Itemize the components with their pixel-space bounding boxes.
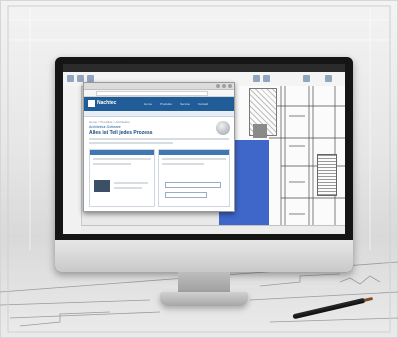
monitor-screen: Nachtec Home Produkte Service Kontakt Ho… — [63, 64, 345, 234]
page-content: Home > Produkte > Architektur Architektu… — [84, 117, 234, 144]
site-header: Nachtec Home Produkte Service Kontakt — [84, 97, 234, 111]
browser-window: Nachtec Home Produkte Service Kontakt Ho… — [83, 82, 235, 212]
cad-title-bar — [63, 64, 345, 72]
ribbon-tool-icon[interactable] — [263, 75, 270, 82]
panel-header — [90, 150, 154, 155]
site-nav-item[interactable]: Service — [180, 102, 190, 106]
panel-thumbnail[interactable] — [94, 180, 110, 192]
address-bar[interactable] — [96, 91, 208, 96]
cad-stair — [317, 154, 337, 196]
monitor-chin — [55, 240, 353, 272]
monitor-base — [160, 292, 248, 306]
ribbon-tool-icon[interactable] — [325, 75, 332, 82]
ribbon-tool-icon[interactable] — [77, 75, 84, 82]
close-icon[interactable] — [228, 84, 232, 88]
ribbon-tool-icon[interactable] — [253, 75, 260, 82]
monitor-stand — [178, 272, 230, 294]
ribbon-tool-icon[interactable] — [67, 75, 74, 82]
panel-input[interactable] — [165, 192, 207, 198]
ribbon-tool-icon[interactable] — [87, 75, 94, 82]
browser-title-bar — [84, 83, 234, 90]
minimize-icon[interactable] — [216, 84, 220, 88]
maximize-icon[interactable] — [222, 84, 226, 88]
panel-text-line — [162, 163, 204, 165]
cad-status-bar — [81, 225, 345, 234]
panel-text-line — [162, 158, 226, 160]
scene: Nachtec Home Produkte Service Kontakt Ho… — [0, 0, 398, 338]
breadcrumb[interactable]: Home > Produkte > Architektur — [89, 120, 229, 124]
panel-header — [159, 150, 229, 155]
panel-text-line — [93, 163, 132, 165]
browser-address-area — [84, 90, 234, 97]
product-image — [216, 121, 230, 135]
intro-text-line — [89, 138, 229, 140]
cad-column — [253, 124, 267, 138]
site-nav-item[interactable]: Home — [144, 102, 152, 106]
panel-text-line — [114, 187, 142, 189]
site-nav-item[interactable]: Kontakt — [198, 102, 208, 106]
panel-text-line — [114, 182, 148, 184]
content-panel-right — [158, 149, 230, 207]
ribbon-tool-icon[interactable] — [303, 75, 310, 82]
content-panel-left — [89, 149, 155, 207]
intro-text-line — [89, 142, 173, 144]
brand-logo-icon[interactable] — [88, 100, 95, 107]
site-nav-item[interactable]: Produkte — [160, 102, 172, 106]
panel-text-line — [93, 158, 151, 160]
cad-properties-panel — [63, 86, 82, 234]
page-title: Alles ist Teil jedes Prozess — [89, 130, 153, 136]
panel-input[interactable] — [165, 182, 221, 188]
site-brand[interactable]: Nachtec — [97, 100, 116, 107]
